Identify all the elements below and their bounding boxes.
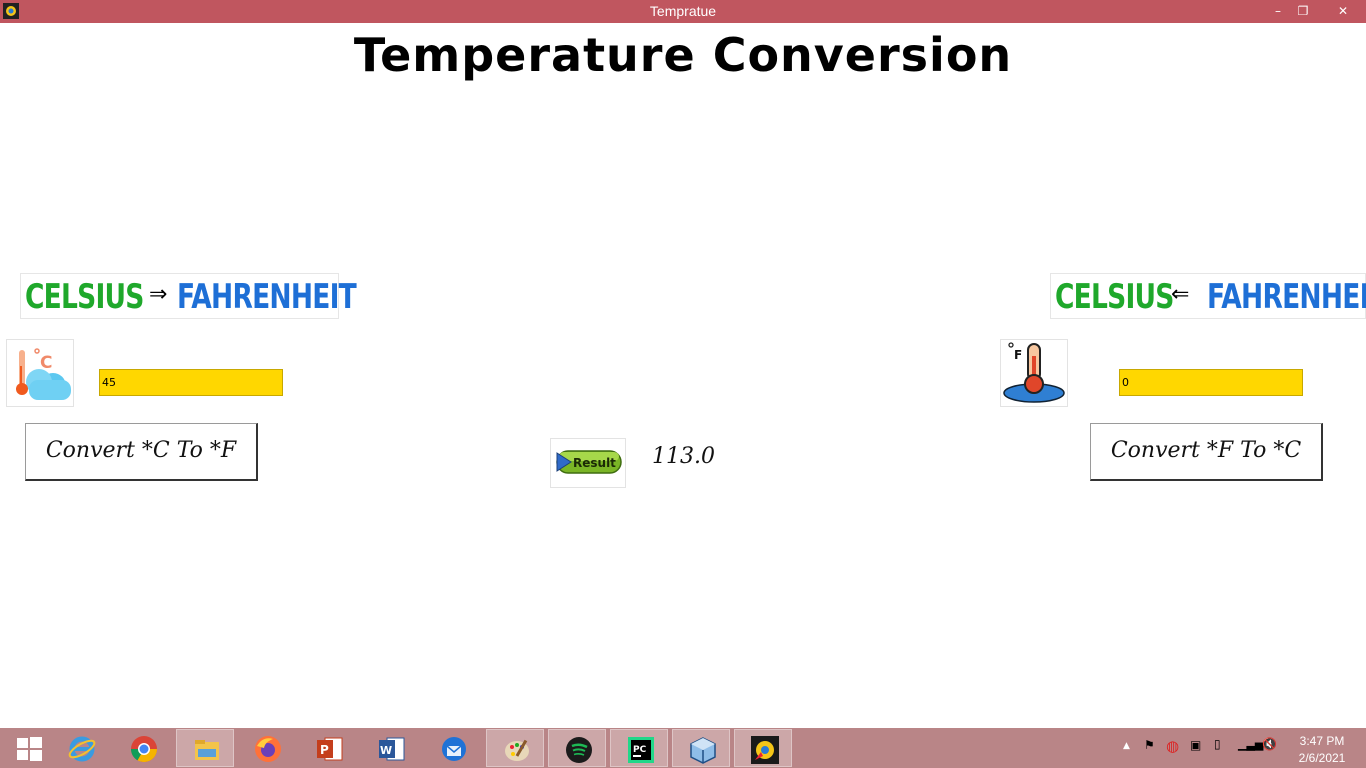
celsius-thermometer-icon: C [6, 339, 74, 407]
fahrenheit-thermometer-icon: F [1000, 339, 1068, 407]
taskbar-tempratue[interactable] [734, 729, 792, 767]
celsius-input[interactable] [99, 369, 283, 396]
page-title: Temperature Conversion [353, 28, 1013, 82]
taskbar-virtualbox[interactable] [672, 729, 730, 767]
taskbar-powerpoint[interactable]: P [300, 729, 358, 767]
chrome-icon [130, 736, 158, 763]
paint-palette-icon [505, 739, 529, 761]
taskbar-word[interactable]: W [362, 729, 420, 767]
taskbar-spotify[interactable] [548, 729, 606, 767]
firefox-icon [255, 736, 281, 762]
powerpoint-icon: P [317, 737, 343, 761]
spotify-icon [566, 737, 592, 763]
taskbar-pycharm[interactable]: PC [610, 729, 668, 767]
flag-icon[interactable]: ⚑ [1144, 738, 1155, 752]
taskbar-clock[interactable]: 3:47 PM 2/6/2021 [1296, 733, 1348, 767]
svg-text:F: F [1014, 348, 1022, 362]
result-badge-icon: Result [556, 450, 622, 474]
left-arrow-icon: ⇐ [1171, 282, 1190, 307]
taskbar-internet-explorer[interactable] [52, 729, 110, 767]
taskbar: P W PC ▲ ⚑ ◍ ▣ ▯ ▁▃▅ 🔇 [0, 728, 1366, 768]
banner-celsius-label: CELSIUS [25, 277, 144, 317]
c-to-f-banner: CELSIUS ⇒ FAHRENHEIT [20, 273, 357, 319]
svg-text:W: W [380, 744, 392, 757]
clock-time: 3:47 PM [1299, 734, 1345, 748]
banner-fahrenheit-label: FAHRENHEIT [177, 277, 357, 317]
clock-date: 2/6/2021 [1298, 751, 1346, 765]
taskbar-thunderbird[interactable] [424, 729, 482, 767]
f-to-c-banner: CELSIUS ⇐ FAHRENHEIT [1050, 273, 1366, 319]
banner-fahrenheit-label: FAHRENHEIT [1207, 277, 1366, 317]
start-button[interactable] [0, 729, 58, 767]
result-button-label: Result [573, 456, 616, 470]
result-value: 113.0 [652, 444, 715, 469]
convert-c-to-f-button[interactable]: Convert *C To *F [25, 423, 258, 481]
close-button[interactable]: ✕ [1320, 0, 1366, 23]
right-arrow-icon: ⇒ [149, 282, 168, 307]
convert-f-to-c-button[interactable]: Convert *F To *C [1090, 423, 1323, 481]
tempratue-app-icon [751, 736, 779, 764]
svg-text:P: P [320, 743, 329, 757]
wifi-signal-icon[interactable]: ▁▃▅ [1238, 738, 1263, 751]
antivirus-icon[interactable]: ◍ [1166, 737, 1179, 755]
tray-overflow-icon[interactable]: ▲ [1123, 741, 1130, 751]
battery-icon[interactable]: ▯ [1214, 737, 1221, 751]
internet-explorer-icon [68, 736, 96, 762]
banner-celsius-label: CELSIUS [1055, 277, 1174, 317]
display-icon[interactable]: ▣ [1190, 738, 1201, 752]
taskbar-paint[interactable] [486, 729, 544, 767]
volume-muted-icon[interactable]: 🔇 [1262, 737, 1277, 751]
taskbar-chrome[interactable] [114, 729, 172, 767]
window-title: Tempratue [649, 3, 717, 19]
thunderbird-icon [442, 737, 466, 761]
pycharm-icon: PC [628, 737, 654, 763]
fahrenheit-input[interactable] [1119, 369, 1303, 396]
minimize-button[interactable]: – [1266, 0, 1290, 23]
windows-icon [17, 737, 42, 761]
taskbar-file-explorer[interactable] [176, 729, 234, 767]
svg-text:C: C [40, 353, 52, 373]
svg-text:PC: PC [633, 745, 647, 755]
taskbar-firefox[interactable] [238, 729, 296, 767]
word-icon: W [379, 737, 405, 761]
window-title-bar: Tempratue – ❐ ✕ [0, 0, 1366, 23]
restore-button[interactable]: ❐ [1291, 0, 1315, 23]
result-button[interactable]: Result [550, 438, 626, 488]
virtualbox-icon [690, 737, 716, 764]
folder-icon [195, 740, 219, 760]
